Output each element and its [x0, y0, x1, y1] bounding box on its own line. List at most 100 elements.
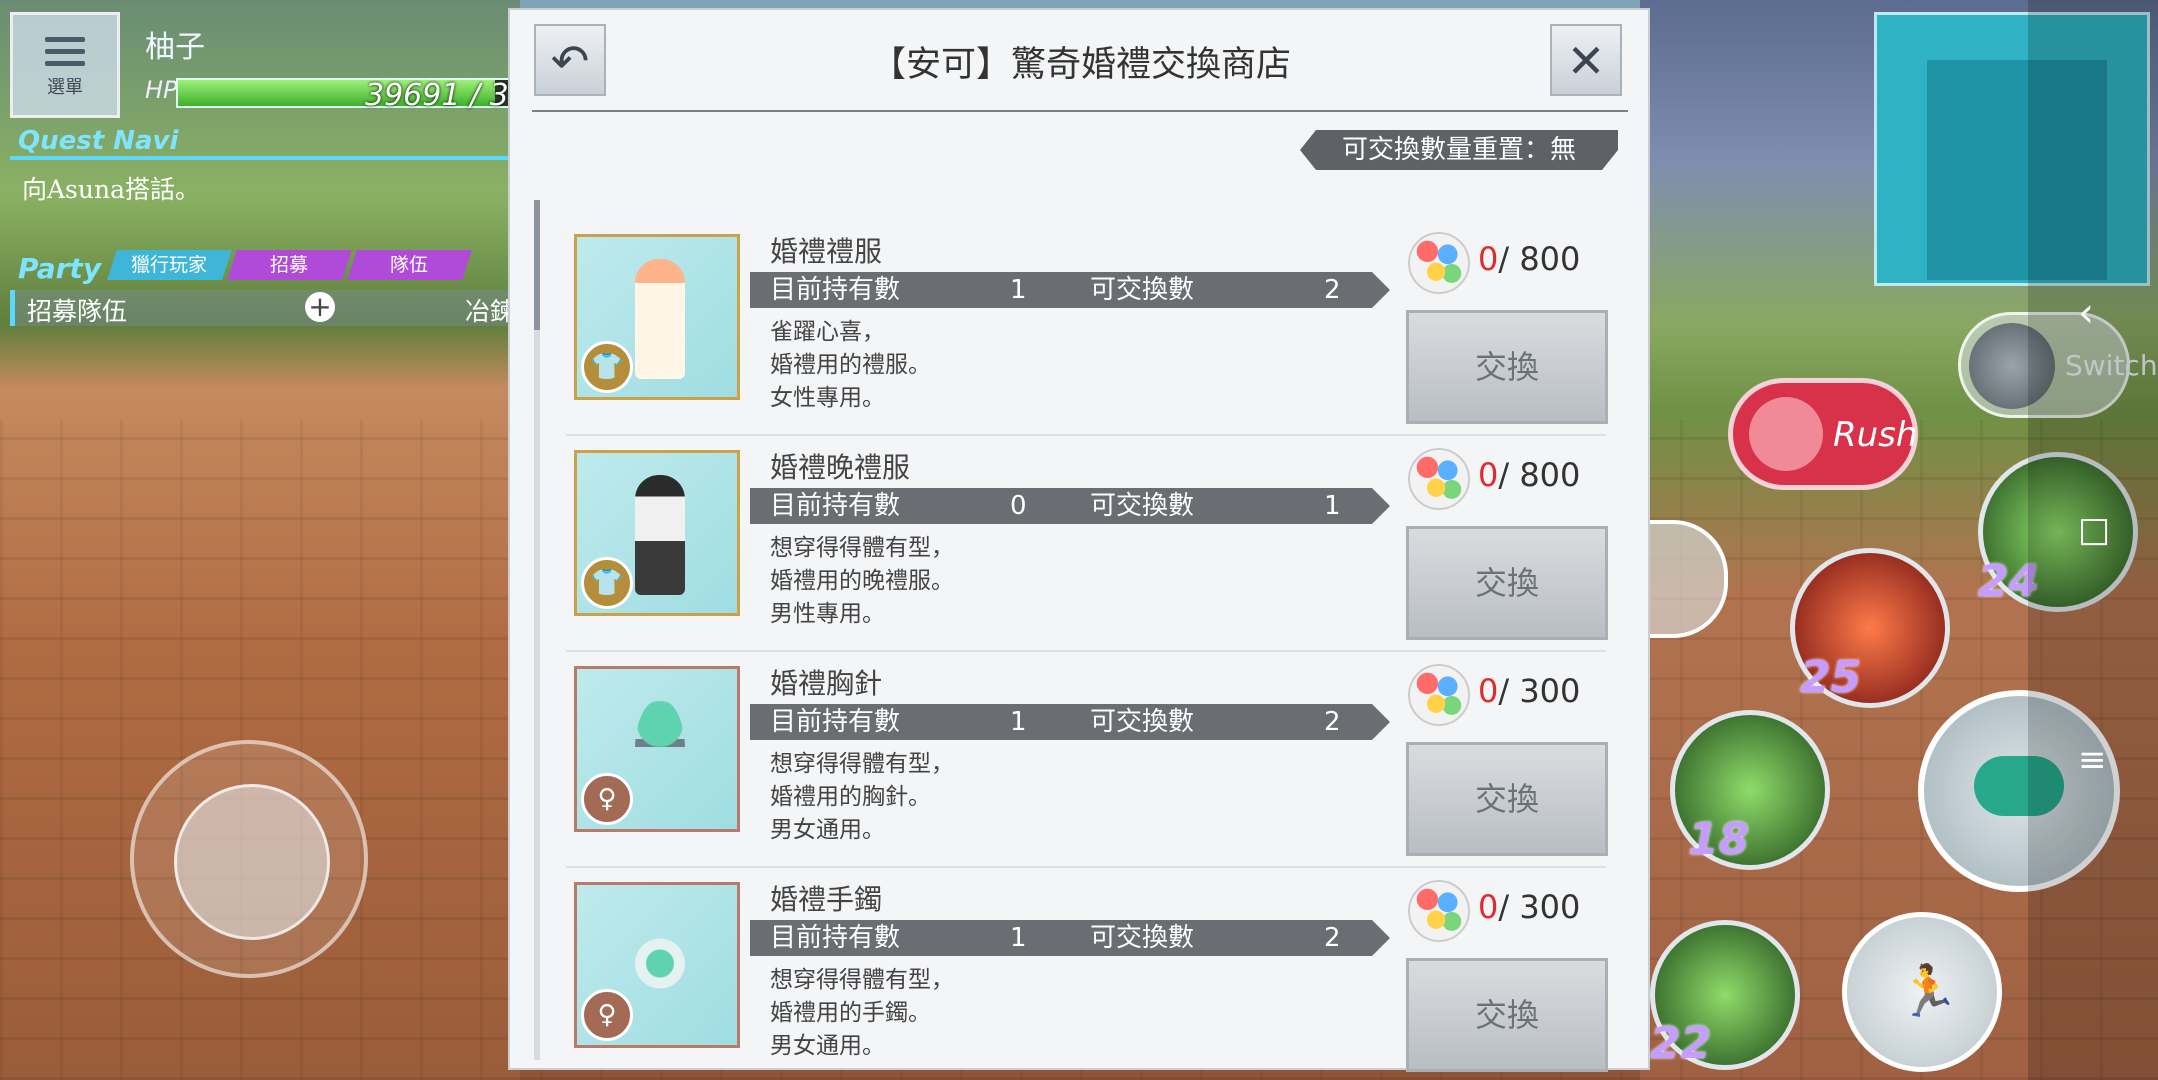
item-cost: 0/ 800 — [1478, 240, 1580, 278]
item-thumbnail[interactable]: 👕 — [574, 450, 740, 616]
desc-line: 女性專用。 — [770, 385, 885, 411]
shirt-icon: 👕 — [581, 341, 633, 393]
party-tab-team[interactable]: 隊伍 — [347, 250, 472, 280]
dash-button[interactable]: 🏃 — [1842, 912, 2002, 1072]
hp-label: HP — [145, 76, 178, 104]
owned-value: 0 — [1010, 491, 1027, 521]
joystick-knob[interactable] — [174, 784, 330, 940]
nav-menu-icon[interactable]: ≡ — [2078, 740, 2107, 780]
close-button[interactable]: ✕ — [1550, 24, 1622, 96]
item-cost: 0/ 300 — [1478, 888, 1580, 926]
bouquet-icon — [1408, 664, 1470, 726]
item-name: 婚禮禮服 — [770, 235, 883, 268]
desc-line: 婚禮用的禮服。 — [770, 352, 931, 378]
desc-line: 婚禮用的手鐲。 — [770, 1000, 931, 1026]
owned-value: 1 — [1010, 707, 1027, 737]
skill-3-level: 18 — [1688, 814, 1750, 865]
shop-item: ♀ 婚禮手鐲 目前持有數 1 可交換數 2 想穿得得體有型， 婚禮用的手鐲。 男… — [566, 868, 1608, 1072]
add-icon[interactable]: + — [305, 292, 335, 322]
item-stat-bar: 目前持有數 0 可交換數 1 — [750, 488, 1390, 524]
dialog-title: 【安可】驚奇婚禮交換商店 — [870, 45, 1291, 85]
shirt-icon: 👕 — [581, 557, 633, 609]
exchange-button[interactable]: 交換 — [1406, 742, 1608, 856]
scrollbar-thumb[interactable] — [534, 200, 540, 330]
item-description: 想穿得得體有型， 婚禮用的晚禮服。 男性專用。 — [770, 532, 954, 631]
item-stat-bar: 目前持有數 1 可交換數 2 — [750, 920, 1390, 956]
cost-have: 0 — [1478, 888, 1499, 926]
running-figure-icon: 🏃 — [1897, 962, 1960, 1020]
desc-line: 想穿得得體有型， — [770, 751, 954, 777]
item-cost: 0/ 300 — [1478, 672, 1580, 710]
skill-2-level: 25 — [1800, 652, 1862, 703]
tuxedo-image — [635, 475, 685, 595]
item-thumbnail[interactable]: ♀ — [574, 882, 740, 1048]
virtual-joystick[interactable] — [130, 740, 368, 978]
bouquet-icon — [1408, 232, 1470, 294]
menu-button[interactable]: 選單 — [10, 12, 120, 118]
owned-label: 目前持有數 — [770, 491, 901, 521]
owned-value: 1 — [1010, 923, 1027, 953]
recruit-label: 招募隊伍 — [27, 297, 128, 326]
shop-item: ♀ 婚禮胸針 目前持有數 1 可交換數 2 想穿得得體有型， 婚禮用的胸針。 男… — [566, 652, 1608, 868]
cost-need: / 800 — [1498, 456, 1581, 494]
desc-line: 雀躍心喜， — [770, 319, 885, 345]
close-icon: ✕ — [1566, 34, 1606, 88]
item-stat-bar: 目前持有數 1 可交換數 2 — [750, 272, 1390, 308]
exchangeable-value: 1 — [1324, 491, 1341, 521]
exchangeable-label: 可交換數 — [1090, 923, 1195, 953]
item-description: 想穿得得體有型， 婚禮用的手鐲。 男女通用。 — [770, 964, 954, 1063]
title-divider — [532, 110, 1628, 112]
party-title: Party — [18, 252, 102, 285]
exchangeable-value: 2 — [1324, 275, 1341, 305]
party-tab-nearby[interactable]: 獵行玩家 — [107, 250, 232, 280]
party-tab-recruit[interactable]: 招募 — [227, 250, 352, 280]
item-name: 婚禮胸針 — [770, 667, 883, 700]
rush-icon — [1749, 397, 1823, 471]
exchangeable-label: 可交換數 — [1090, 491, 1195, 521]
shop-item: 👕 婚禮晚禮服 目前持有數 0 可交換數 1 想穿得得體有型， 婚禮用的晚禮服。… — [566, 436, 1608, 652]
rush-label: Rush — [1833, 415, 1918, 455]
accessory-icon: ♀ — [581, 773, 633, 825]
bouquet-icon — [1408, 448, 1470, 510]
cost-have: 0 — [1478, 240, 1499, 278]
cost-have: 0 — [1478, 672, 1499, 710]
skill-4-level: 22 — [1650, 1018, 1712, 1069]
exchange-shop-dialog: ↶ 【安可】驚奇婚禮交換商店 ✕ 可交換數量重置：無 👕 婚禮禮服 目前持有數 … — [508, 8, 1650, 1072]
exchangeable-label: 可交換數 — [1090, 707, 1195, 737]
item-cost: 0/ 800 — [1478, 456, 1580, 494]
item-thumbnail[interactable]: 👕 — [574, 234, 740, 400]
item-name: 婚禮晚禮服 — [770, 451, 911, 484]
cost-need: / 800 — [1498, 240, 1581, 278]
rush-button[interactable]: Rush — [1728, 378, 1918, 490]
recruit-party-row[interactable]: 招募隊伍 + 冶鍊 — [10, 290, 515, 326]
item-stat-bar: 目前持有數 1 可交換數 2 — [750, 704, 1390, 740]
owned-value: 1 — [1010, 275, 1027, 305]
exchange-button[interactable]: 交換 — [1406, 310, 1608, 424]
exchangeable-label: 可交換數 — [1090, 275, 1195, 305]
item-description: 雀躍心喜， 婚禮用的禮服。 女性專用。 — [770, 316, 931, 415]
player-name: 柚子 — [145, 30, 205, 65]
quest-navi-title[interactable]: Quest Navi — [18, 126, 178, 156]
quest-text[interactable]: 向Asuna搭話。 — [22, 170, 200, 206]
exchangeable-value: 2 — [1324, 923, 1341, 953]
nav-back-icon[interactable]: ‹ — [2078, 290, 2094, 336]
desc-line: 婚禮用的胸針。 — [770, 784, 931, 810]
desc-line: 男性專用。 — [770, 601, 885, 627]
exchange-button[interactable]: 交換 — [1406, 958, 1608, 1072]
owned-label: 目前持有數 — [770, 923, 901, 953]
desc-line: 男女通用。 — [770, 1033, 885, 1059]
exchange-button[interactable]: 交換 — [1406, 526, 1608, 640]
wedding-dress-image — [635, 259, 685, 379]
menu-label: 選單 — [47, 77, 83, 98]
bouquet-icon — [1408, 880, 1470, 942]
owned-label: 目前持有數 — [770, 275, 901, 305]
party-tab-label: 隊伍 — [390, 254, 429, 276]
item-thumbnail[interactable]: ♀ — [574, 666, 740, 832]
exchangeable-value: 2 — [1324, 707, 1341, 737]
hamburger-icon — [45, 37, 85, 66]
cost-have: 0 — [1478, 456, 1499, 494]
accessory-icon: ♀ — [581, 989, 633, 1041]
nav-home-icon[interactable]: □ — [2078, 510, 2110, 550]
quest-navi-divider — [10, 156, 510, 160]
system-nav-strip: ‹ □ ≡ — [2028, 0, 2158, 1080]
